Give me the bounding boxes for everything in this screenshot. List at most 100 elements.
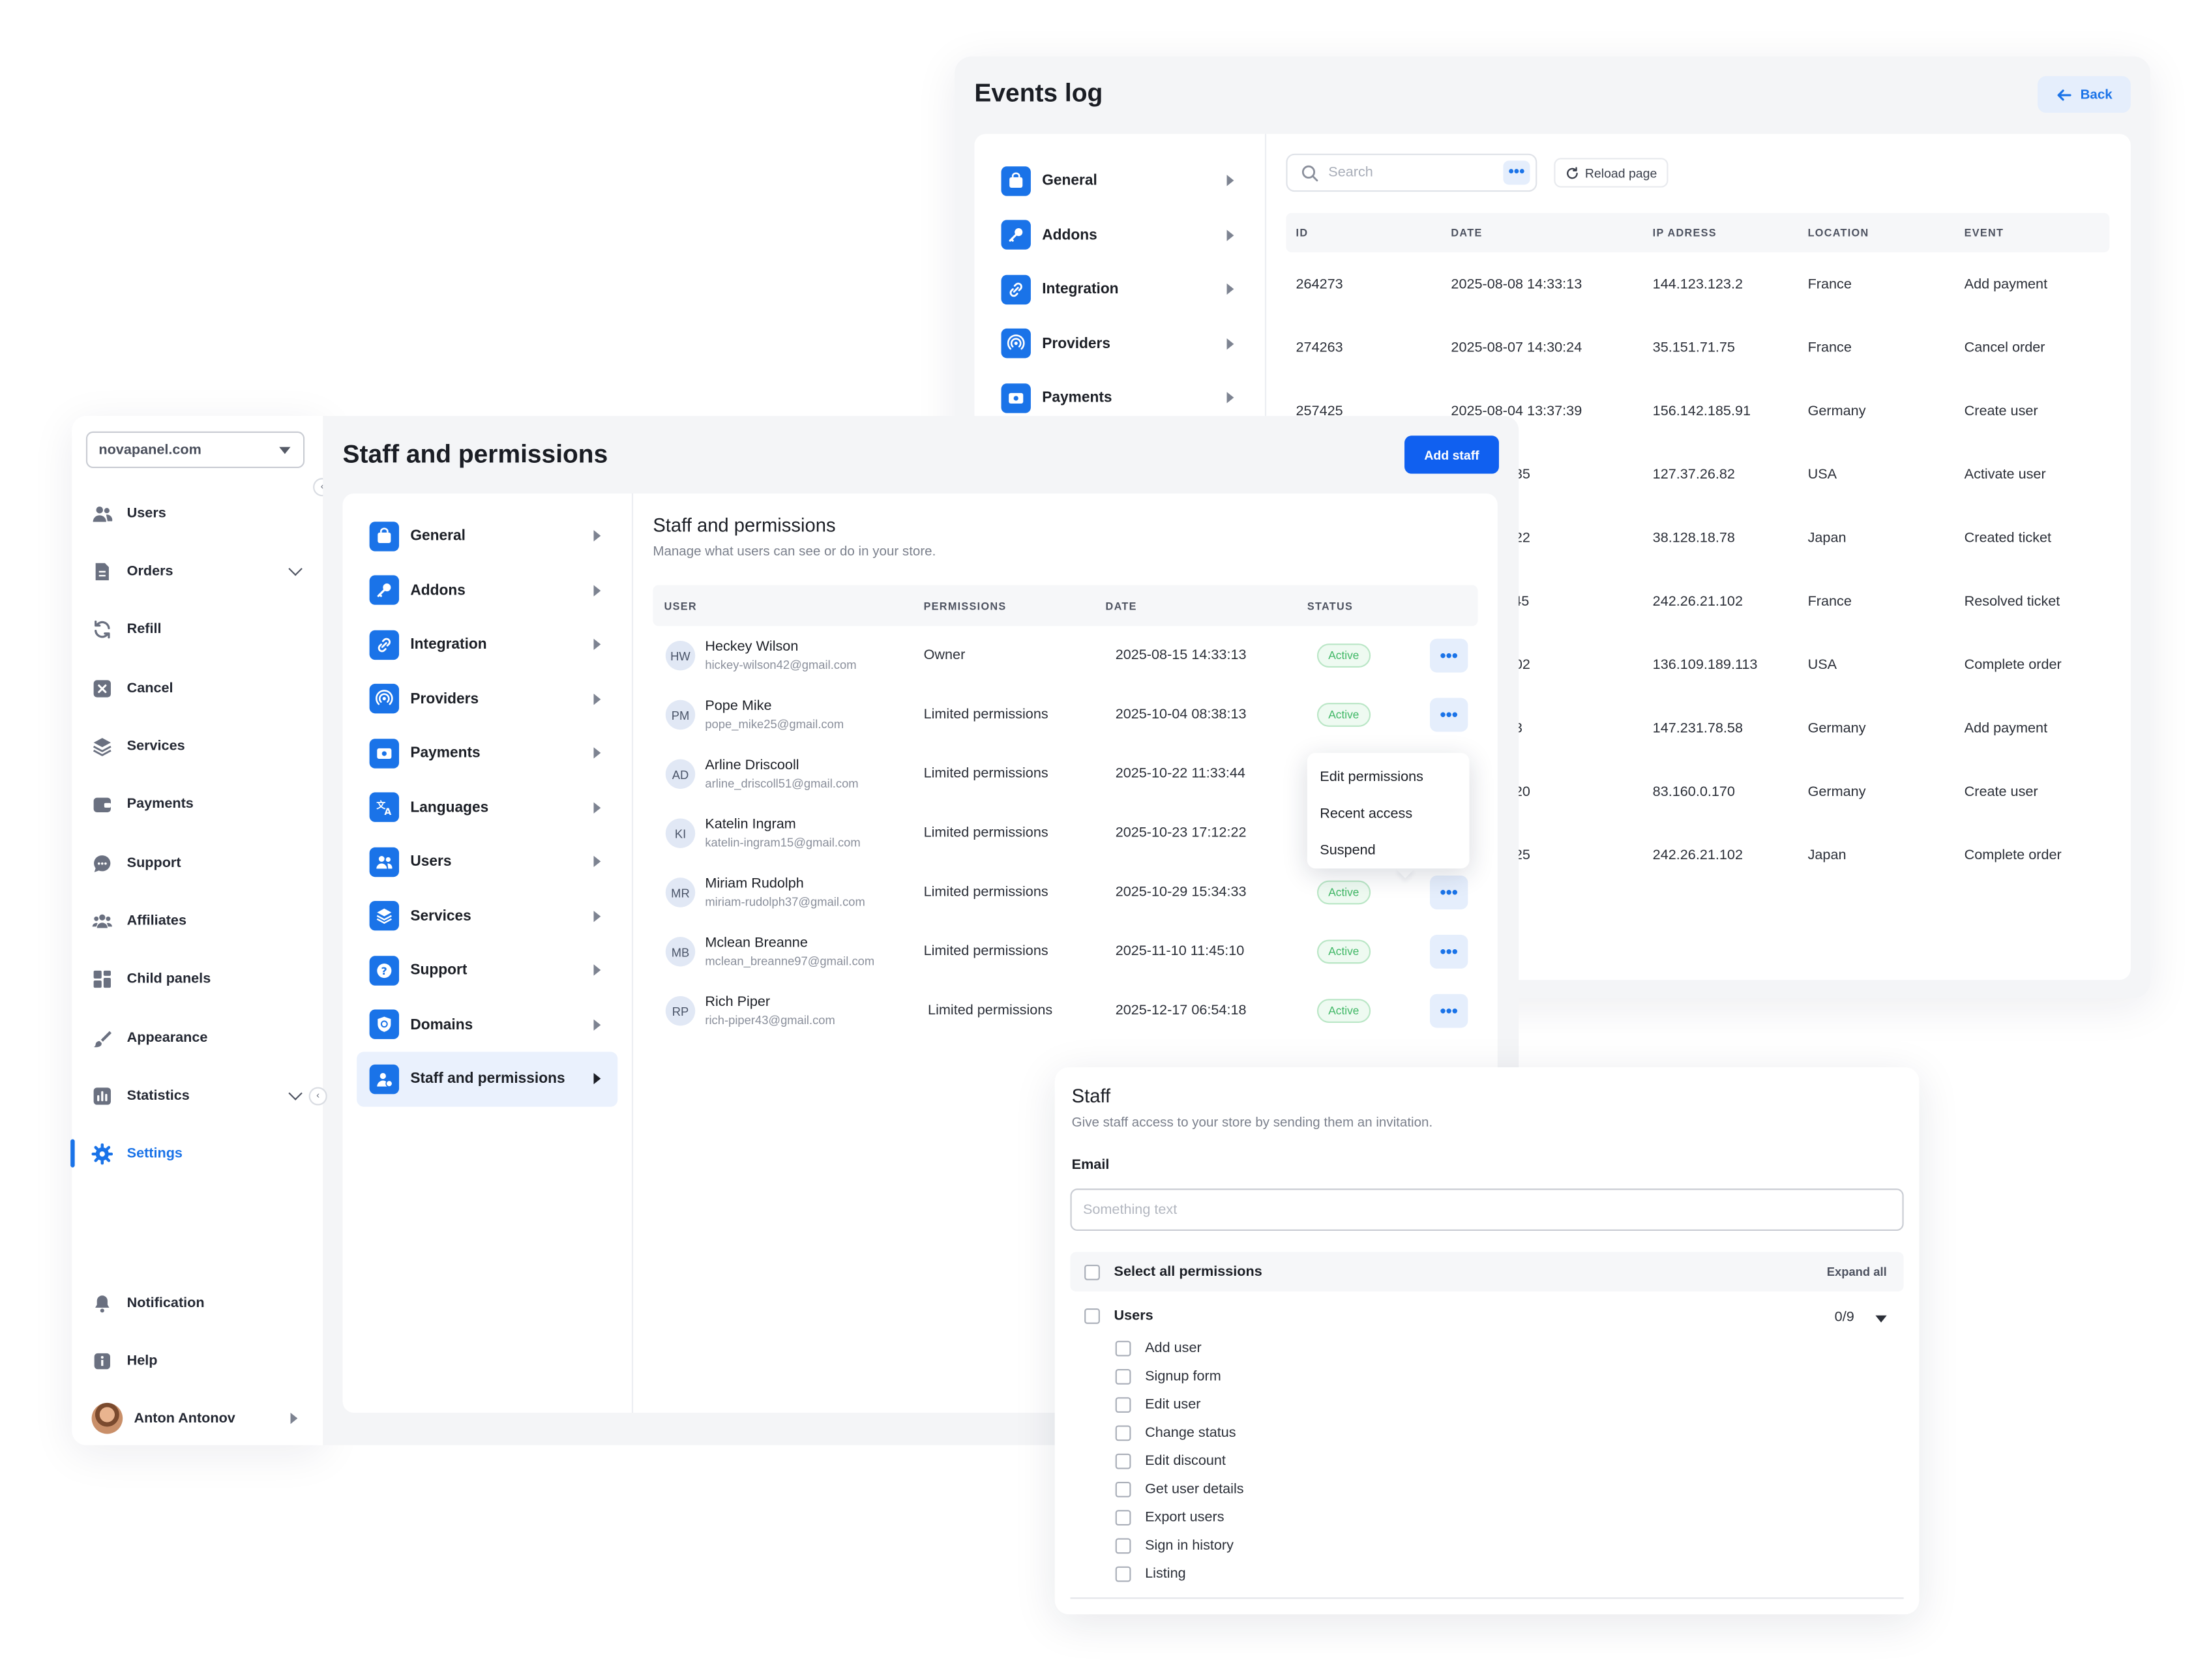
- permission-checkbox[interactable]: [1115, 1452, 1131, 1469]
- email-field[interactable]: Something text: [1070, 1188, 1904, 1231]
- add-staff-button[interactable]: Add staff: [1404, 435, 1499, 474]
- reload-page-button[interactable]: Reload page: [1554, 158, 1669, 188]
- nav-item-domains[interactable]: Domains: [357, 997, 617, 1052]
- nav-item-label: Payments: [1042, 389, 1112, 407]
- nav-item-addons[interactable]: Addons: [974, 208, 1265, 262]
- user-permissions: Limited permissions: [923, 825, 1048, 842]
- sidebar-item-notification[interactable]: Notification: [72, 1279, 323, 1327]
- sidebar-item-appearance[interactable]: Appearance: [72, 1014, 323, 1062]
- permission-label: Get user details: [1145, 1481, 1244, 1497]
- user-name: Anton Antonov: [134, 1410, 235, 1426]
- sidebar-item-cancel[interactable]: Cancel: [72, 664, 323, 713]
- sidebar-item-orders[interactable]: Orders: [72, 547, 323, 595]
- user-info: Arline Driscooll arline_driscoll51@gmail.…: [705, 758, 858, 790]
- row-actions-button[interactable]: •••: [1429, 994, 1468, 1028]
- row-actions-button[interactable]: •••: [1429, 934, 1468, 969]
- permission-change-status[interactable]: Change status: [1115, 1422, 1236, 1442]
- nav-item-staff-and-permissions[interactable]: Staff and permissions: [357, 1052, 618, 1106]
- nav-item-languages[interactable]: 文 A Languages: [357, 780, 617, 834]
- permission-checkbox[interactable]: [1115, 1340, 1131, 1356]
- permission-checkbox[interactable]: [1115, 1396, 1131, 1412]
- user-date: 2025-10-04 08:38:13: [1115, 707, 1247, 723]
- sidebar-item-payments[interactable]: Payments: [72, 780, 323, 828]
- permission-label: Change status: [1145, 1424, 1236, 1441]
- status-badge: Active: [1316, 939, 1371, 964]
- sidebar-item-support[interactable]: Support: [72, 839, 323, 887]
- nav-item-providers[interactable]: Providers: [357, 672, 617, 726]
- user-name: Katelin Ingram: [705, 817, 796, 833]
- permission-listing[interactable]: Listing: [1115, 1563, 1186, 1583]
- sidebar-item-statistics[interactable]: Statistics: [72, 1072, 323, 1120]
- collapse-nav-button[interactable]: ‹: [308, 1087, 327, 1106]
- permission-get-user-details[interactable]: Get user details: [1115, 1479, 1244, 1499]
- permission-checkbox[interactable]: [1115, 1537, 1131, 1554]
- permission-checkbox[interactable]: [1115, 1481, 1131, 1497]
- sidebar-item-settings[interactable]: Settings: [70, 1129, 323, 1177]
- search-icon: [1301, 164, 1318, 181]
- permission-sign-in-history[interactable]: Sign in history: [1115, 1535, 1234, 1555]
- sidebar-item-users[interactable]: Users: [72, 489, 323, 537]
- nav-item-label: Users: [410, 853, 452, 870]
- event-ip: 136.109.189.113: [1652, 656, 1758, 673]
- help-icon: [94, 1352, 110, 1369]
- search-options-button[interactable]: •••: [1503, 160, 1530, 185]
- domain-select[interactable]: novapanel.com: [85, 431, 305, 469]
- settings-icon: [91, 1142, 113, 1164]
- nav-item-addons[interactable]: Addons: [357, 563, 617, 617]
- chevron-down-icon: [288, 561, 303, 576]
- nav-item-support[interactable]: ? Support: [357, 943, 617, 997]
- row-actions-button[interactable]: •••: [1429, 638, 1468, 673]
- sidebar-item-affiliates[interactable]: Affiliates: [72, 896, 323, 945]
- sidebar-item-refill[interactable]: Refill: [72, 605, 323, 653]
- nav-item-users[interactable]: Users: [357, 834, 617, 889]
- user-info: Heckey Wilson hickey-wilson42@gmail.com: [705, 640, 856, 672]
- nav-item-label: Integration: [410, 636, 487, 653]
- select-all-checkbox[interactable]: [1084, 1263, 1100, 1280]
- row-actions-button[interactable]: •••: [1429, 698, 1468, 732]
- permission-checkbox[interactable]: [1115, 1509, 1131, 1525]
- user-profile-menu[interactable]: Anton Antonov: [72, 1394, 323, 1443]
- nav-item-general[interactable]: General: [974, 154, 1265, 208]
- sidebar-item-label: Help: [126, 1353, 158, 1368]
- event-location: Japan: [1807, 847, 1847, 863]
- chevron-right-icon: [593, 910, 601, 922]
- menu-item-suspend[interactable]: Suspend: [1307, 832, 1470, 868]
- general-icon: [369, 521, 400, 552]
- nav-item-integration[interactable]: Integration: [357, 617, 617, 671]
- collapse-group-icon[interactable]: [1875, 1315, 1887, 1323]
- table-row: 274263 2025-08-07 14:30:24 35.151.71.75 Fra…: [1286, 316, 2109, 379]
- permission-checkbox[interactable]: [1115, 1424, 1131, 1441]
- refill-icon: [95, 619, 110, 638]
- event-ip: 127.37.26.82: [1652, 466, 1735, 482]
- permission-signup-form[interactable]: Signup form: [1115, 1366, 1221, 1386]
- menu-item-recent-access[interactable]: Recent access: [1307, 795, 1470, 832]
- permission-label: Sign in history: [1145, 1537, 1234, 1554]
- user-permissions: Limited permissions: [928, 1003, 1053, 1019]
- nav-item-providers[interactable]: Providers: [974, 317, 1265, 371]
- nav-item-general[interactable]: General: [357, 509, 617, 563]
- nav-item-services[interactable]: Services: [357, 889, 617, 943]
- nav-item-label: Support: [410, 962, 467, 979]
- users-group-label: Users: [1114, 1308, 1153, 1324]
- search-input[interactable]: Search •••: [1286, 153, 1537, 192]
- nav-item-payments[interactable]: Payments: [357, 726, 617, 780]
- permission-edit-discount[interactable]: Edit discount: [1115, 1451, 1226, 1470]
- sidebar-item-help[interactable]: Help: [72, 1336, 323, 1385]
- avatar: RP: [665, 995, 696, 1026]
- expand-all-button[interactable]: Expand all: [1827, 1265, 1887, 1279]
- permission-edit-user[interactable]: Edit user: [1115, 1394, 1200, 1414]
- nav-item-integration[interactable]: Integration: [974, 262, 1265, 316]
- back-button[interactable]: Back: [2038, 76, 2131, 113]
- sidebar-item-services[interactable]: Services: [72, 722, 323, 770]
- row-actions-button[interactable]: •••: [1429, 876, 1468, 909]
- users-group-checkbox[interactable]: [1084, 1308, 1100, 1324]
- permission-checkbox[interactable]: [1115, 1368, 1131, 1384]
- menu-item-edit-permissions[interactable]: Edit permissions: [1307, 759, 1470, 795]
- permission-export-users[interactable]: Export users: [1115, 1507, 1224, 1527]
- services-icon: [93, 737, 111, 756]
- permission-add-user[interactable]: Add user: [1115, 1338, 1202, 1357]
- sidebar-item-child-panels[interactable]: Child panels: [72, 954, 323, 1003]
- user-name: Arline Driscooll: [705, 758, 799, 774]
- nav-item-label: Providers: [410, 690, 479, 708]
- permission-checkbox[interactable]: [1115, 1565, 1131, 1582]
